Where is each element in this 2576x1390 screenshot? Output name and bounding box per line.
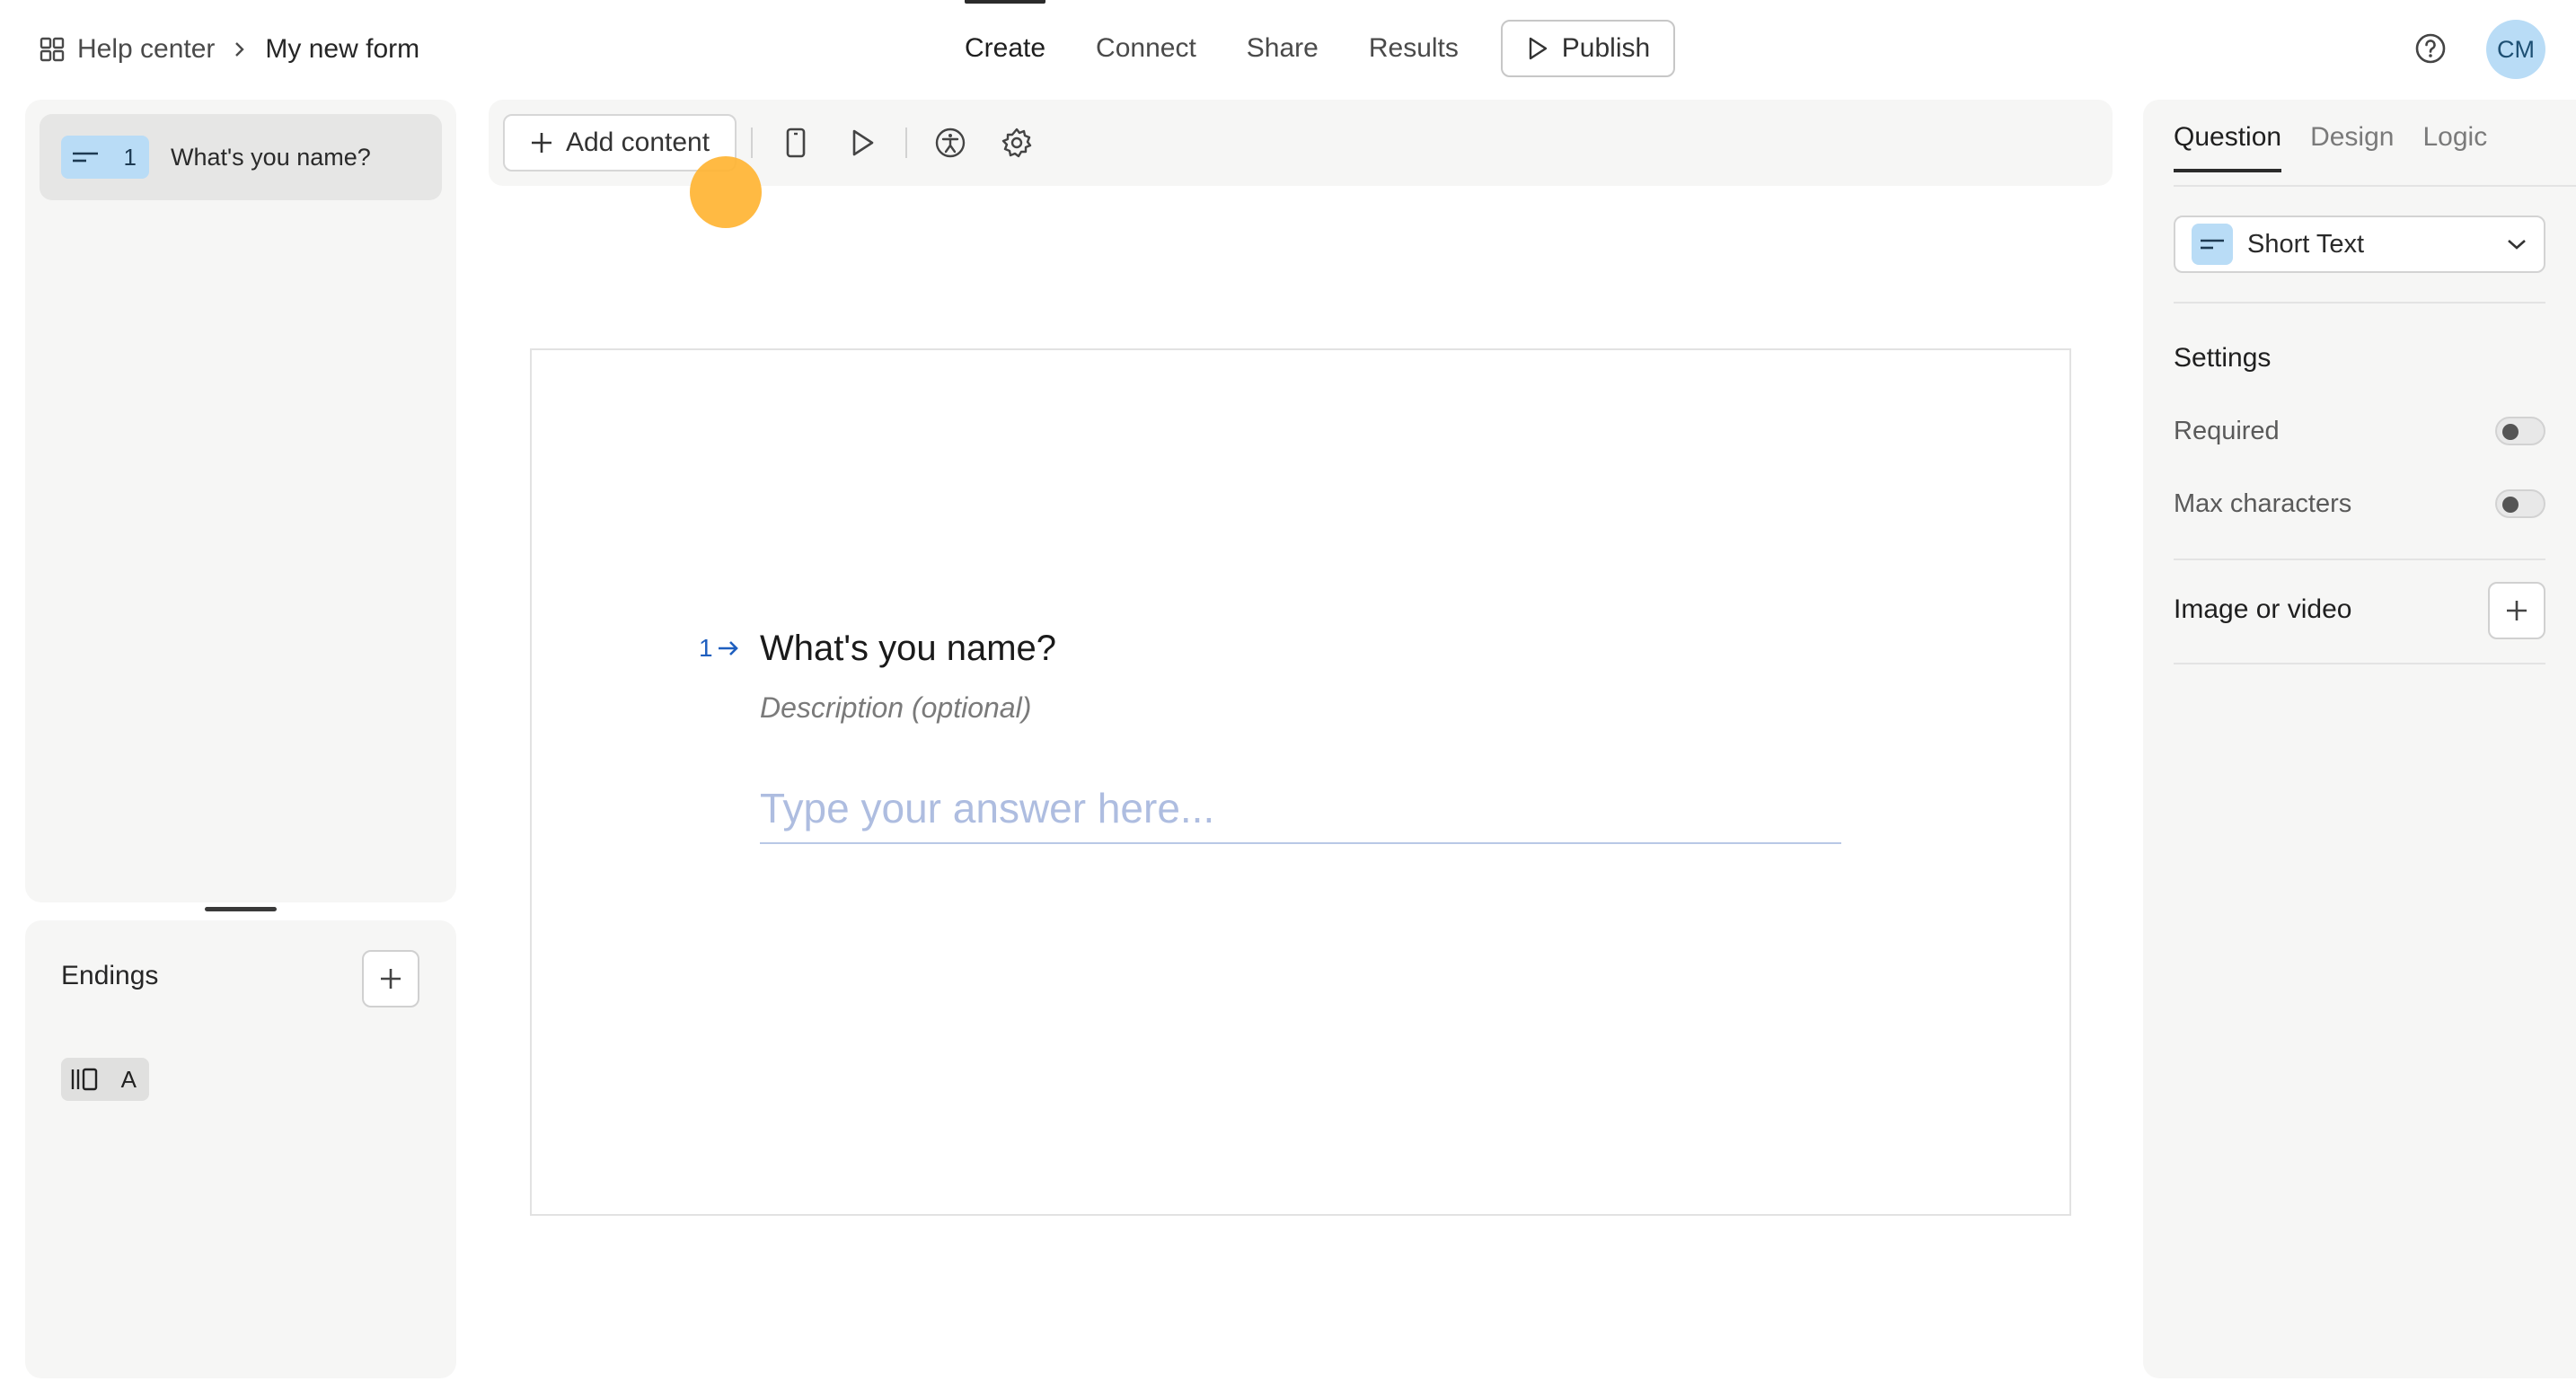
required-toggle[interactable] [2495,417,2545,445]
publish-button[interactable]: Publish [1501,20,1675,77]
properties-panel [2143,100,2576,1378]
play-icon[interactable] [844,125,880,161]
settings-title: Settings [2174,343,2272,373]
play-icon [1526,36,1549,61]
section-divider [2174,302,2545,304]
mobile-preview-icon[interactable] [778,125,814,161]
short-text-icon [72,150,99,164]
tab-share[interactable]: Share [1222,0,1344,97]
arrow-right-icon [717,639,740,657]
question-title[interactable]: What's you name? [760,629,1056,669]
toggle-knob [2502,424,2519,440]
panel-resize-handle[interactable] [205,907,277,911]
publish-label: Publish [1561,33,1651,63]
tab-create[interactable]: Create [940,0,1071,97]
required-label: Required [2174,417,2280,445]
plus-icon [530,131,553,154]
toggle-knob [2502,497,2519,513]
help-icon[interactable] [2413,31,2448,66]
add-ending-button[interactable] [362,950,419,1007]
add-content-label: Add content [565,128,710,157]
endings-title: Endings [61,961,159,990]
question-number-marker: 1 [699,634,740,663]
add-content-button[interactable]: Add content [503,114,737,172]
question-list-label: What's you name? [171,143,371,171]
toolbar-divider [751,128,753,158]
toolbar-divider [905,128,907,158]
question-number: 1 [123,143,137,171]
questions-panel [25,100,456,902]
tabs-divider [2174,185,2576,187]
properties-tabs: Question Design Logic [2174,122,2487,172]
tab-question[interactable]: Question [2174,122,2282,172]
question-type-label: Short Text [2247,229,2365,259]
ending-icon [70,1067,99,1092]
ending-item[interactable]: A [61,1058,149,1101]
tab-results[interactable]: Results [1344,0,1484,97]
breadcrumb-home-label: Help center [77,34,216,64]
short-text-icon [2192,224,2233,265]
section-divider [2174,663,2545,664]
breadcrumb-form-name[interactable]: My new form [265,34,419,65]
breadcrumb: Help center My new form [40,27,419,72]
cursor-indicator [690,156,762,228]
image-or-video-label: Image or video [2174,594,2352,624]
question-type-select[interactable]: Short Text [2174,216,2545,273]
section-divider [2174,559,2545,560]
grid-icon [40,37,65,62]
add-media-button[interactable] [2488,582,2545,639]
question-type-chip: 1 [61,136,149,179]
max-characters-label: Max characters [2174,489,2352,518]
question-description[interactable]: Description (optional) [760,691,1031,725]
question-list-item[interactable]: 1 What's you name? [40,114,442,200]
chevron-right-icon [233,40,247,59]
tab-connect[interactable]: Connect [1071,0,1222,97]
top-navigation: Create Connect Share Results [940,0,1484,97]
question-number-text: 1 [699,634,713,662]
chevron-down-icon [2506,237,2527,251]
breadcrumb-help-center[interactable]: Help center [40,34,215,65]
max-characters-toggle[interactable] [2495,489,2545,518]
avatar[interactable]: CM [2486,20,2545,79]
tab-logic[interactable]: Logic [2422,122,2487,172]
tab-design[interactable]: Design [2310,122,2394,172]
plus-icon [2504,598,2529,623]
answer-input[interactable] [760,774,1841,844]
accessibility-icon[interactable] [932,125,968,161]
plus-icon [378,966,403,991]
ending-label: A [120,1065,137,1093]
settings-gear-icon[interactable] [999,125,1035,161]
